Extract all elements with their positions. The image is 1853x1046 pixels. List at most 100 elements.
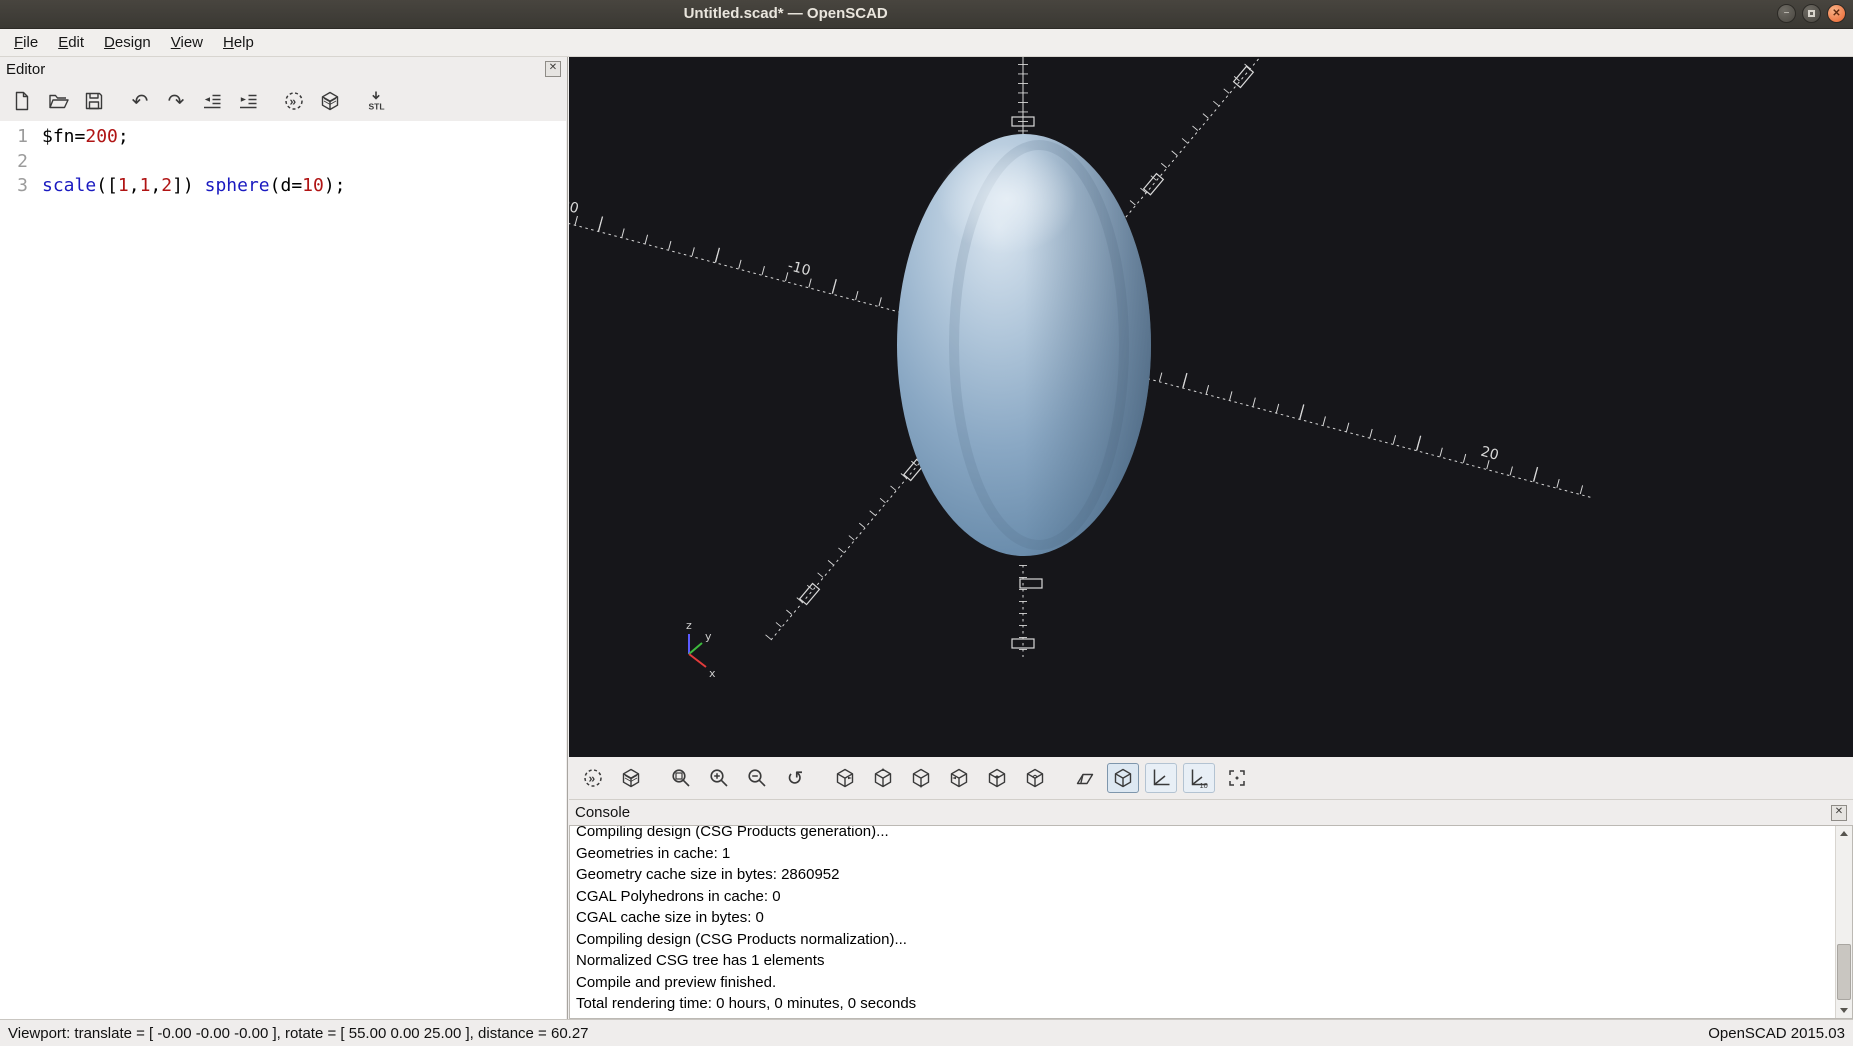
line-number: 2	[0, 150, 42, 175]
new-file-button[interactable]	[6, 86, 38, 116]
console-line: CGAL cache size in bytes: 0	[576, 907, 1846, 929]
scrollbar-thumb[interactable]	[1837, 944, 1851, 1000]
console-line: Geometry cache size in bytes: 2860952	[576, 864, 1846, 886]
menu-file[interactable]: File	[4, 31, 48, 54]
rendered-ellipsoid	[897, 134, 1151, 556]
code-line[interactable]: 1$fn=200;	[0, 125, 566, 150]
save-icon	[83, 90, 105, 112]
menu-bar: File Edit Design View Help	[0, 29, 1853, 57]
close-button[interactable]: ✕	[1827, 4, 1846, 23]
view-top-button[interactable]	[867, 763, 899, 793]
code-editor[interactable]: 1$fn=200;23scale([1,1,2]) sphere(d=10);	[0, 121, 566, 1019]
view-perspective-icon	[1074, 767, 1096, 789]
export-stl-button[interactable]: STL	[360, 86, 392, 116]
console-close-icon[interactable]: ✕	[1831, 805, 1847, 821]
code-line[interactable]: 2	[0, 150, 566, 175]
maximize-button[interactable]	[1802, 4, 1821, 23]
redo-button[interactable]: ↷	[160, 86, 192, 116]
zoom-in-icon	[708, 767, 730, 789]
viewport-3d[interactable]: -20 -10 20	[569, 57, 1853, 757]
indent-button[interactable]	[232, 86, 264, 116]
right-column: -20 -10 20	[569, 57, 1853, 1019]
preview-button[interactable]: »	[278, 86, 310, 116]
menu-design[interactable]: Design	[94, 31, 161, 54]
zoom-out-button[interactable]	[741, 763, 773, 793]
svg-text:STL: STL	[369, 102, 385, 112]
version-text: OpenSCAD 2015.03	[1708, 1025, 1845, 1042]
menu-help[interactable]: Help	[213, 31, 264, 54]
minimize-button[interactable]: −	[1777, 4, 1796, 23]
viewport-toolbar: » ↺	[569, 757, 1853, 800]
show-axes-icon	[1150, 767, 1172, 789]
scroll-down-icon[interactable]	[1836, 1002, 1852, 1018]
render-icon	[319, 90, 341, 112]
zoom-all-button[interactable]	[665, 763, 697, 793]
editor-panel: Editor ✕ ↶ ↷ »	[0, 57, 568, 1019]
zoom-out-icon	[746, 767, 768, 789]
scroll-up-icon[interactable]	[1836, 826, 1852, 842]
maximize-icon	[1808, 10, 1815, 17]
openscad-window: Untitled.scad* — OpenSCAD − ✕ File Edit …	[0, 0, 1853, 1046]
unindent-button[interactable]	[196, 86, 228, 116]
svg-text:»: »	[589, 772, 596, 786]
view-right-icon	[834, 767, 856, 789]
view-right-button[interactable]	[829, 763, 861, 793]
open-folder-icon	[47, 90, 69, 112]
view-left-icon	[948, 767, 970, 789]
show-crosshairs-icon	[1226, 767, 1248, 789]
render-button[interactable]	[615, 763, 647, 793]
show-scale-markers-button[interactable]: 10	[1183, 763, 1215, 793]
code-text: scale([1,1,2]) sphere(d=10);	[42, 174, 346, 199]
export-stl-icon: STL	[365, 90, 387, 112]
render-button[interactable]	[314, 86, 346, 116]
view-left-button[interactable]	[943, 763, 975, 793]
minimize-icon: −	[1784, 8, 1790, 19]
reset-view-button[interactable]: ↺	[779, 763, 811, 793]
editor-panel-title: Editor	[6, 61, 45, 78]
3d-scene: -20 -10 20	[569, 57, 1853, 757]
view-back-button[interactable]	[1019, 763, 1051, 793]
console-output[interactable]: Compiling design (CSG Products generatio…	[569, 825, 1853, 1019]
preview-button[interactable]: »	[577, 763, 609, 793]
show-scale-markers-icon: 10	[1188, 767, 1210, 789]
svg-text:»: »	[290, 95, 297, 109]
view-orthogonal-button[interactable]	[1107, 763, 1139, 793]
axis-z-label: z	[686, 619, 692, 632]
editor-toolbar: ↶ ↷ » STL	[0, 81, 567, 121]
code-line[interactable]: 3scale([1,1,2]) sphere(d=10);	[0, 174, 566, 199]
editor-close-icon[interactable]: ✕	[545, 61, 561, 77]
line-number: 3	[0, 174, 42, 199]
ruler-label: -20	[569, 196, 580, 217]
console-line: Compiling design (CSG Products generatio…	[576, 825, 1846, 843]
zoom-in-button[interactable]	[703, 763, 735, 793]
preview-icon: »	[582, 767, 604, 789]
ruler-label: -10	[786, 258, 812, 279]
view-front-button[interactable]	[981, 763, 1013, 793]
axis-x-label: x	[709, 667, 716, 680]
editor-panel-header: Editor ✕	[0, 57, 567, 81]
open-file-button[interactable]	[42, 86, 74, 116]
console-line: Normalized CSG tree has 1 elements	[576, 950, 1846, 972]
console-scrollbar[interactable]	[1835, 826, 1852, 1018]
view-orthogonal-icon	[1112, 767, 1134, 789]
view-top-icon	[872, 767, 894, 789]
show-axes-button[interactable]	[1145, 763, 1177, 793]
view-perspective-button[interactable]	[1069, 763, 1101, 793]
view-front-icon	[986, 767, 1008, 789]
undo-button[interactable]: ↶	[124, 86, 156, 116]
reset-view-icon: ↺	[787, 768, 804, 788]
new-file-icon	[11, 90, 33, 112]
menu-view[interactable]: View	[161, 31, 213, 54]
view-bottom-icon	[910, 767, 932, 789]
console-line: Compile and preview finished.	[576, 972, 1846, 994]
save-button[interactable]	[78, 86, 110, 116]
view-bottom-button[interactable]	[905, 763, 937, 793]
line-number: 1	[0, 125, 42, 150]
console-line: CGAL Polyhedrons in cache: 0	[576, 886, 1846, 908]
unindent-icon	[201, 90, 223, 112]
menu-edit[interactable]: Edit	[48, 31, 94, 54]
console-line: Total rendering time: 0 hours, 0 minutes…	[576, 993, 1846, 1015]
show-crosshairs-button[interactable]	[1221, 763, 1253, 793]
status-bar: Viewport: translate = [ -0.00 -0.00 -0.0…	[0, 1019, 1853, 1046]
window-title: Untitled.scad* — OpenSCAD	[684, 0, 888, 28]
